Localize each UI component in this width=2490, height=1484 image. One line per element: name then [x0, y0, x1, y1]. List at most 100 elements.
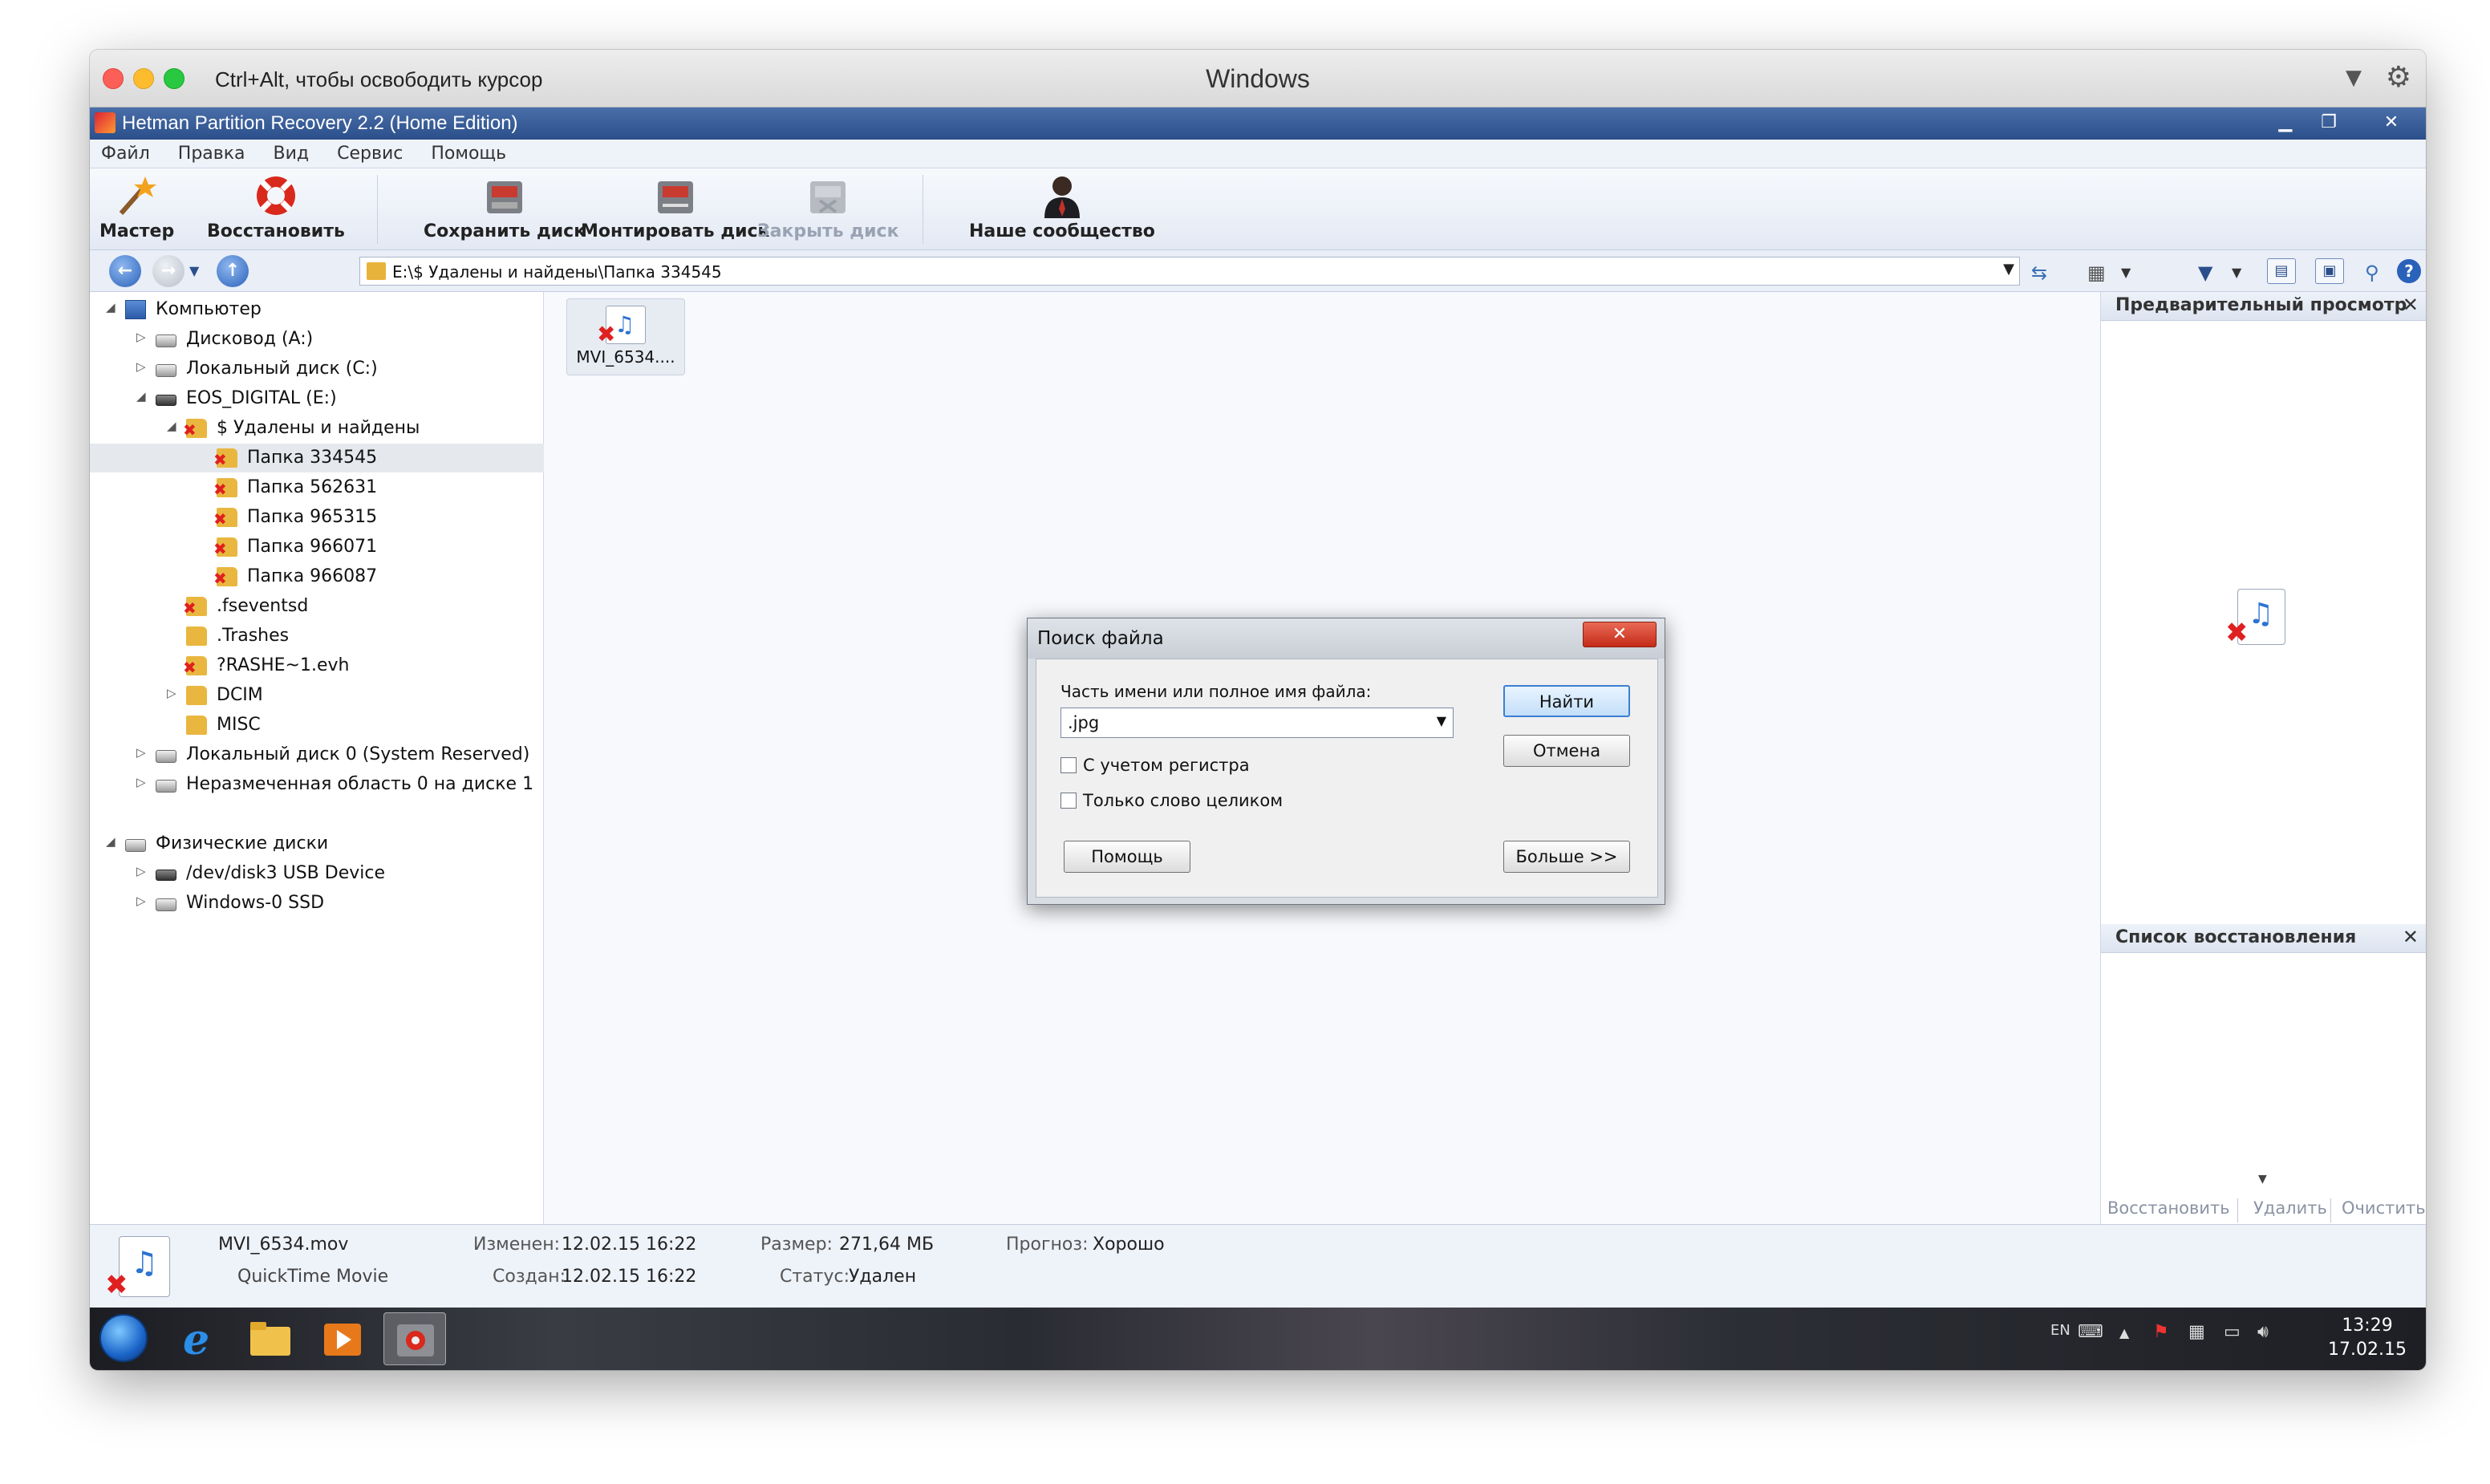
tree-item-folder[interactable]: Папка 965315	[90, 503, 544, 532]
file-tile[interactable]: ♫ ✖ MVI_6534....	[566, 298, 685, 375]
expanded-arrow-icon[interactable]: ◢	[106, 300, 116, 314]
search-label: Часть имени или полное имя файла:	[1060, 682, 1372, 701]
tree-item-trashes[interactable]: .Trashes	[90, 622, 544, 651]
case-sensitive-checkbox[interactable]: С учетом регистра	[1060, 756, 1250, 775]
tree-item-local-disk-0[interactable]: ▷ Локальный диск 0 (System Reserved)	[90, 740, 544, 769]
save-disk-button[interactable]: Сохранить диск	[424, 173, 586, 241]
expanded-arrow-icon[interactable]: ◢	[106, 834, 116, 849]
close-icon[interactable]: ✕	[2403, 926, 2419, 948]
display-tray-icon[interactable]: ▭	[2224, 1322, 2241, 1342]
delete-action-button[interactable]: Удалить	[2253, 1198, 2327, 1218]
close-icon[interactable]: ✕	[2403, 294, 2419, 316]
tree-item-folder[interactable]: Папка 966071	[90, 533, 544, 562]
help-icon[interactable]: ?	[2397, 259, 2421, 283]
checkbox-box[interactable]	[1060, 793, 1077, 809]
volume-icon[interactable]: 🔊︎	[2257, 1322, 2269, 1342]
chevron-down-icon[interactable]: ▼	[2258, 1173, 2267, 1186]
forward-button[interactable]: →	[152, 255, 185, 287]
dialog-close-button[interactable]: ✕	[1583, 622, 1657, 647]
clear-action-button[interactable]: Очистить	[2342, 1198, 2426, 1218]
tree-item-computer[interactable]: ◢ Компьютер	[90, 295, 544, 324]
mount-disk-icon	[651, 173, 700, 218]
mount-disk-button[interactable]: Монтировать диск	[581, 173, 769, 241]
tree-item-folder[interactable]: Папка 966087	[90, 562, 544, 591]
tree-item-unallocated[interactable]: ▷ Неразмеченная область 0 на диске 1	[90, 770, 544, 799]
file-name-input[interactable]: .jpg ▼	[1060, 708, 1454, 738]
explorer-folder-icon[interactable]	[239, 1312, 302, 1365]
collapsed-arrow-icon[interactable]: ▷	[136, 330, 146, 344]
menu-edit[interactable]: Правка	[167, 140, 257, 168]
back-button[interactable]: ←	[109, 255, 141, 287]
minimize-button[interactable]: ▁	[2265, 111, 2305, 135]
action-center-flag-icon[interactable]: ⚑	[2153, 1322, 2169, 1342]
cancel-button[interactable]: Отмена	[1503, 735, 1630, 767]
menu-service[interactable]: Сервис	[326, 140, 414, 168]
chevron-down-icon[interactable]: ▼	[2121, 265, 2131, 280]
find-button[interactable]: Найти	[1503, 685, 1630, 717]
close-disk-button[interactable]: Закрыть диск	[757, 173, 899, 241]
checkbox-box[interactable]	[1060, 757, 1077, 773]
collapsed-arrow-icon[interactable]: ▷	[136, 775, 146, 789]
restore-button[interactable]: ❐	[2309, 111, 2349, 135]
menu-view[interactable]: Вид	[262, 140, 321, 168]
network-tray-icon[interactable]: ▦	[2188, 1322, 2205, 1342]
community-button[interactable]: Наше сообщество	[969, 173, 1155, 241]
computer-icon	[125, 300, 146, 319]
windows-start-button[interactable]	[99, 1314, 148, 1362]
tree-item-ssd[interactable]: ▷ Windows-0 SSD	[90, 889, 544, 918]
menu-file[interactable]: Файл	[90, 140, 161, 168]
help-button[interactable]: Помощь	[1064, 841, 1190, 873]
wizard-button[interactable]: Мастер	[99, 173, 174, 241]
save-icon[interactable]: ▣	[2315, 258, 2344, 284]
tree-item-folder[interactable]: Папка 334545	[90, 444, 544, 472]
tree-item-fseventsd[interactable]: .fseventsd	[90, 592, 544, 621]
toolbar: Мастер Восстановить Сохранить диск Монти	[90, 168, 2426, 250]
whole-word-checkbox[interactable]: Только слово целиком	[1060, 791, 1283, 810]
tree-item-drive-c[interactable]: ▷ Локальный диск (C:)	[90, 355, 544, 383]
collapsed-arrow-icon[interactable]: ▷	[167, 686, 176, 700]
expanded-arrow-icon[interactable]: ◢	[136, 389, 146, 403]
menu-help[interactable]: Помощь	[420, 140, 517, 168]
collapsed-arrow-icon[interactable]: ▷	[136, 745, 146, 760]
tree-item-dcim[interactable]: ▷ DCIM	[90, 681, 544, 710]
chevron-down-icon[interactable]: ▼	[2346, 66, 2362, 90]
chevron-down-icon[interactable]: ▼	[2232, 265, 2241, 280]
close-button[interactable]: ✕	[2371, 111, 2411, 135]
language-indicator[interactable]: EN	[2050, 1322, 2070, 1339]
partition-recovery-taskbar-icon[interactable]	[383, 1312, 446, 1365]
keyboard-icon[interactable]: ⌨	[2078, 1322, 2103, 1342]
tree-item-drive-a[interactable]: ▷ Дисковод (A:)	[90, 325, 544, 354]
tree-item-deleted-found[interactable]: ◢ $ Удалены и найдены	[90, 414, 544, 443]
collapsed-arrow-icon[interactable]: ▷	[136, 864, 146, 878]
internet-explorer-icon[interactable]: e	[167, 1312, 229, 1365]
tree-item-usb-device[interactable]: ▷ /dev/disk3 USB Device	[90, 859, 544, 888]
media-player-icon[interactable]	[311, 1312, 374, 1365]
gear-icon[interactable]: ⚙	[2386, 61, 2411, 94]
tree-item-rashe[interactable]: ?RASHE~1.evh	[90, 651, 544, 680]
tree-item-drive-e[interactable]: ◢ EOS_DIGITAL (E:)	[90, 384, 544, 413]
tree-item-folder[interactable]: Папка 562631	[90, 473, 544, 502]
collapsed-arrow-icon[interactable]: ▷	[136, 359, 146, 374]
lifebuoy-icon	[252, 173, 300, 218]
more-button[interactable]: Больше >>	[1503, 841, 1630, 873]
view-mode-icon[interactable]: ▦	[2087, 262, 2106, 284]
tree-item-physical-disks[interactable]: ◢ Физические диски	[90, 829, 544, 858]
up-button[interactable]: ↑	[217, 255, 249, 287]
expanded-arrow-icon[interactable]: ◢	[167, 419, 176, 433]
chevron-up-icon[interactable]: ▲	[2119, 1325, 2129, 1340]
panel-toggle-icon[interactable]: ▤	[2267, 258, 2296, 284]
tree-item-misc[interactable]: MISC	[90, 711, 544, 740]
path-input[interactable]: E:\$ Удалены и найдены\Папка 334545 ▼	[359, 257, 2020, 286]
restore-action-button[interactable]: Восстановить	[2107, 1198, 2230, 1218]
chevron-down-icon[interactable]: ▼	[1437, 713, 1446, 728]
collapsed-arrow-icon[interactable]: ▷	[136, 894, 146, 908]
filter-icon[interactable]: ▼	[2198, 262, 2212, 284]
chevron-down-icon[interactable]: ▼	[189, 263, 199, 278]
refresh-icon[interactable]: ⇆	[2031, 262, 2047, 284]
chevron-down-icon[interactable]: ▼	[2003, 261, 2014, 278]
folder-icon	[186, 716, 207, 735]
search-icon[interactable]: ⚲	[2365, 262, 2379, 284]
created-value: 12.02.15 16:22	[562, 1267, 697, 1287]
clock[interactable]: 13:29 17.02.15	[2328, 1314, 2407, 1362]
restore-toolbar-button[interactable]: Восстановить	[207, 173, 345, 241]
